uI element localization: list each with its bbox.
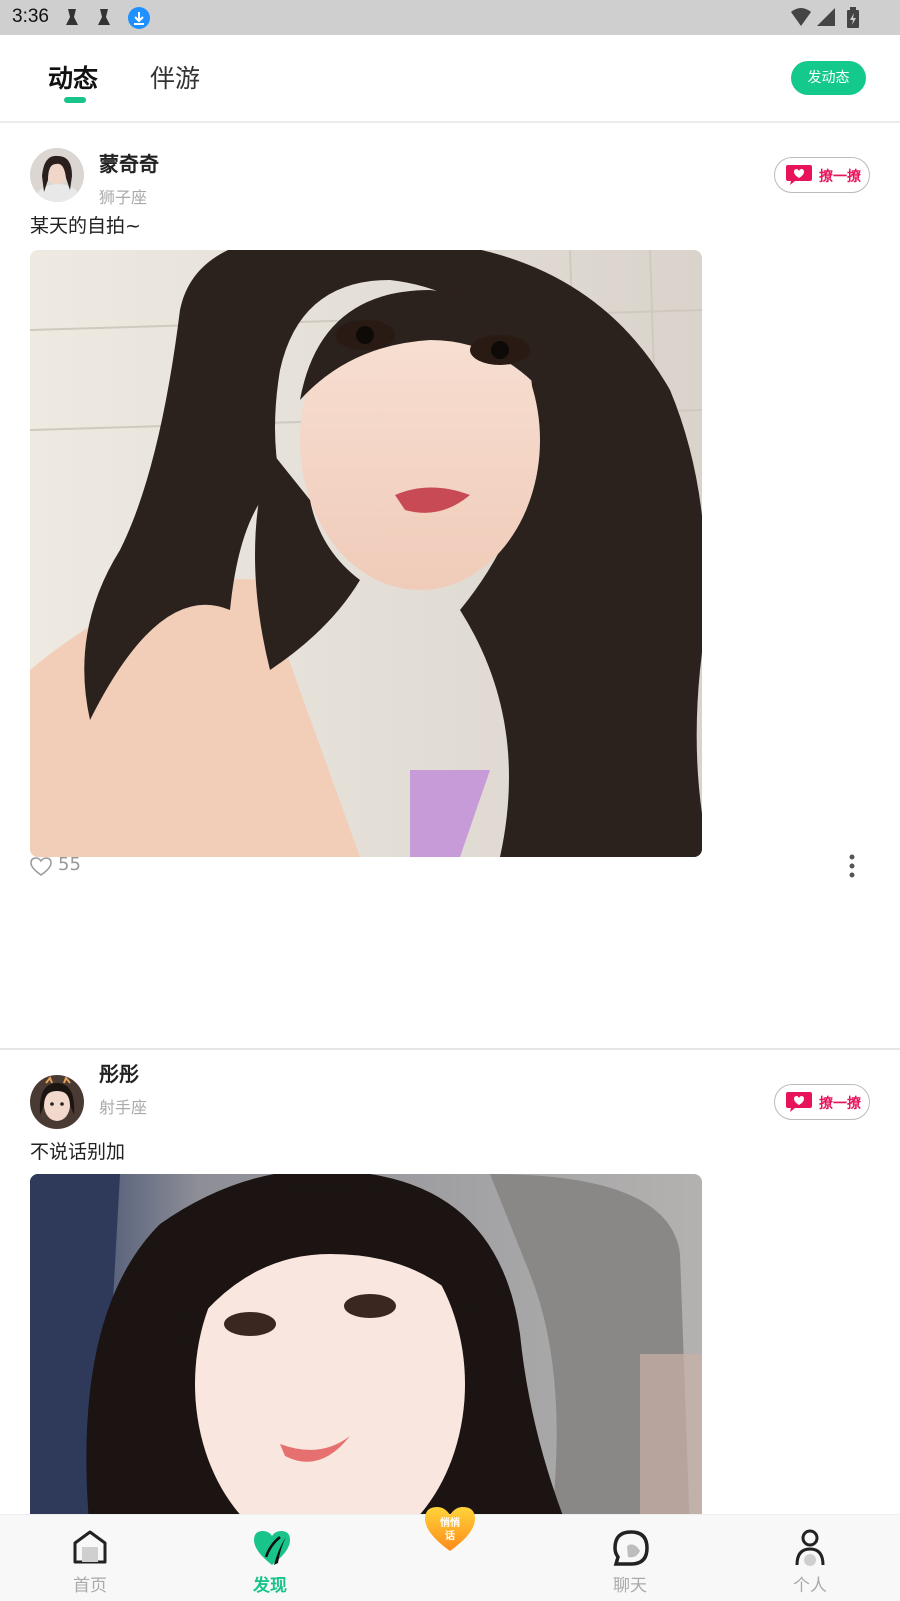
bottom-nav: 首页 发现 悄悄话 聊天 个人 (0, 1507, 900, 1601)
nav-item-whisper[interactable]: 悄悄话 (390, 1499, 510, 1585)
nav-item-discover[interactable]: 发现 (210, 1515, 330, 1601)
status-bar: 3:36 (0, 0, 900, 35)
chat-icon (613, 1530, 649, 1566)
post-caption: 不说话别加 (30, 1141, 126, 1163)
active-tab-indicator (64, 97, 86, 103)
nav-item-home[interactable]: 首页 (30, 1515, 150, 1601)
flirt-label: 撩一撩 (819, 1096, 861, 1112)
flirt-label: 撩一撩 (819, 169, 861, 185)
status-time: 3:36 (12, 6, 49, 27)
more-options-icon[interactable] (848, 854, 856, 878)
like-button[interactable]: 55 (30, 854, 81, 881)
nav-label: 聊天 (613, 1576, 647, 1596)
notification-icon (66, 9, 78, 25)
post-photo[interactable] (30, 250, 702, 857)
nav-label: 个人 (793, 1576, 827, 1596)
avatar[interactable] (30, 148, 84, 202)
discover-icon (254, 1531, 290, 1565)
post-zodiac: 射手座 (99, 1098, 148, 1117)
post-moment-button[interactable]: 发动态 (791, 61, 866, 95)
nav-item-chat[interactable]: 聊天 (570, 1515, 690, 1601)
tab-companion[interactable]: 伴游 (150, 59, 200, 95)
cell-signal-icon (817, 8, 835, 26)
nav-item-profile[interactable]: 个人 (750, 1515, 870, 1601)
nav-label: 发现 (253, 1576, 287, 1596)
post-card: 彤彤 射手座 撩一撩 不说话别加 (0, 1050, 900, 1514)
battery-icon (847, 7, 859, 28)
home-icon (73, 1530, 107, 1564)
post-card: 蒙奇奇 狮子座 撩一撩 某天的自拍~ 55 (0, 123, 900, 1048)
nav-label: 首页 (73, 1576, 107, 1596)
post-caption: 某天的自拍~ (30, 215, 141, 237)
heart-outline-icon (30, 857, 52, 876)
flirt-button[interactable]: 撩一撩 (774, 157, 870, 193)
flirt-button[interactable]: 撩一撩 (774, 1084, 870, 1120)
whisper-label: 悄悄话 (440, 1518, 460, 1542)
wifi-icon (791, 8, 811, 26)
post-zodiac: 狮子座 (99, 188, 148, 207)
profile-icon (795, 1529, 825, 1566)
tab-moments[interactable]: 动态 (48, 59, 98, 95)
post-username[interactable]: 蒙奇奇 (99, 148, 159, 177)
download-icon (128, 7, 150, 29)
chat-heart-icon (786, 165, 812, 185)
top-header: 动态 伴游 发动态 (0, 35, 900, 123)
chat-heart-icon (786, 1092, 812, 1112)
post-username[interactable]: 彤彤 (99, 1058, 139, 1087)
like-count: 55 (58, 854, 81, 875)
notification-icon (98, 9, 110, 25)
post-photo[interactable] (30, 1174, 702, 1514)
avatar[interactable] (30, 1075, 84, 1129)
